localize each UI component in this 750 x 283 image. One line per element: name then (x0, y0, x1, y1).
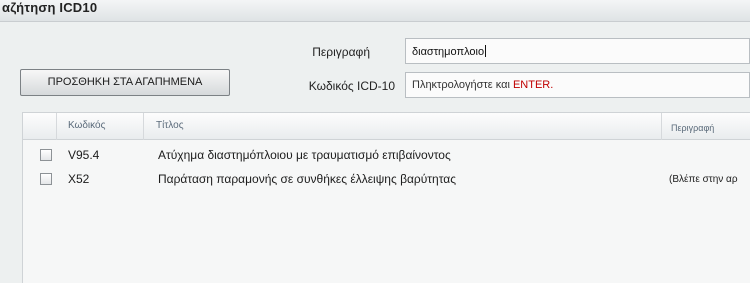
column-separator (56, 113, 57, 140)
column-separator (143, 113, 144, 140)
row-title: Ατύχημα διαστημόπλοιου με τραυματισμό επ… (158, 148, 451, 162)
icd10-search-window: αζήτηση ICD10 Περιγραφή διαστημοπλοιο ΠΡ… (0, 0, 750, 283)
row-select-checkbox[interactable] (40, 149, 52, 161)
description-search-value: διαστημοπλοιο (412, 46, 485, 58)
table-header: Κωδικός Τίτλος Περιγραφή (23, 113, 750, 140)
window-title: αζήτηση ICD10 (2, 0, 98, 15)
column-separator (661, 113, 662, 140)
table-row[interactable]: X52 Παράταση παραμονής σε συνθήκες έλλει… (23, 168, 750, 191)
enter-hint: ENTER. (512, 79, 554, 91)
row-description: (Βλέπε στην αρ (669, 174, 738, 185)
description-label: Περιγραφή (312, 45, 370, 59)
results-table: Κωδικός Τίτλος Περιγραφή V95.4 Ατύχημα δ… (22, 112, 750, 283)
icd10-code-input[interactable]: Πληκτρολογήστε και ENTER. (405, 72, 750, 98)
row-code: V95.4 (68, 148, 100, 162)
column-header-title[interactable]: Τίτλος (156, 120, 184, 131)
icd10-code-placeholder: Πληκτρολογήστε και (412, 79, 513, 91)
row-code: X52 (68, 172, 90, 186)
title-bar: αζήτηση ICD10 (0, 0, 750, 22)
row-title: Παράταση παραμονής σε συνθήκες έλλειψης … (158, 172, 456, 186)
add-to-favorites-button[interactable]: ΠΡΟΣΘΗΚΗ ΣΤΑ ΑΓΑΠΗΜΕΝΑ (20, 69, 230, 96)
text-caret (485, 45, 487, 57)
description-search-input[interactable]: διαστημοπλοιο (405, 38, 750, 64)
icd10-code-label: Κωδικός ICD-10 (308, 79, 395, 93)
table-row[interactable]: V95.4 Ατύχημα διαστημόπλοιου με τραυματι… (23, 144, 750, 167)
row-select-checkbox[interactable] (40, 173, 52, 185)
column-header-code[interactable]: Κωδικός (68, 120, 105, 131)
column-header-description[interactable]: Περιγραφή (671, 123, 714, 133)
